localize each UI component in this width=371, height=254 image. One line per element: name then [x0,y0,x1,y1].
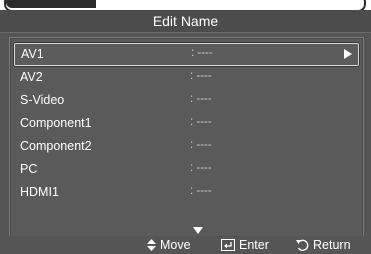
move-label: Move [160,238,191,252]
list-item-label: AV1 [21,47,44,61]
list-item-value: : ---- [190,185,212,197]
list-item-value: : ---- [190,139,212,151]
list-item-component2[interactable]: Component2 : ---- [14,136,357,157]
list-item-pc[interactable]: PC : ---- [14,159,357,180]
down-triangle-icon[interactable] [193,227,203,234]
list-item-component1[interactable]: Component1 : ---- [14,113,357,134]
edit-name-menu: Edit Name AV1 : ---- AV2 : ---- S-Video … [0,10,371,254]
source-list: AV1 : ---- AV2 : ---- S-Video : ---- Com… [9,37,364,239]
up-down-arrows-icon [147,239,156,251]
list-item-value: : ---- [191,47,213,59]
right-triangle-icon [344,49,352,59]
list-item-label: HDMI1 [20,185,59,199]
return-icon [296,239,309,251]
list-item-hdmi1[interactable]: HDMI1 : ---- [14,182,357,203]
enter-label: Enter [239,238,269,252]
top-frame [0,0,371,12]
return-hint: Return [296,238,351,252]
list-item-value: : ---- [190,93,212,105]
list-item-label: Component1 [20,116,92,130]
list-item-value: : ---- [190,70,212,82]
list-item-s-video[interactable]: S-Video : ---- [14,90,357,111]
footer-hints: Move Enter Return [0,236,371,254]
list-item-av2[interactable]: AV2 : ---- [14,67,357,88]
menu-title: Edit Name [0,10,371,33]
list-item-label: S-Video [20,93,65,107]
enter-hint: Enter [221,238,269,252]
list-item-av1[interactable]: AV1 : ---- [14,43,359,66]
return-label: Return [313,238,351,252]
list-item-value: : ---- [190,162,212,174]
list-item-label: Component2 [20,139,92,153]
move-hint: Move [147,238,191,252]
list-item-label: AV2 [20,70,43,84]
list-item-label: PC [20,162,38,176]
list-item-value: : ---- [190,116,212,128]
top-frame-tab [6,0,96,8]
enter-icon [221,239,235,251]
